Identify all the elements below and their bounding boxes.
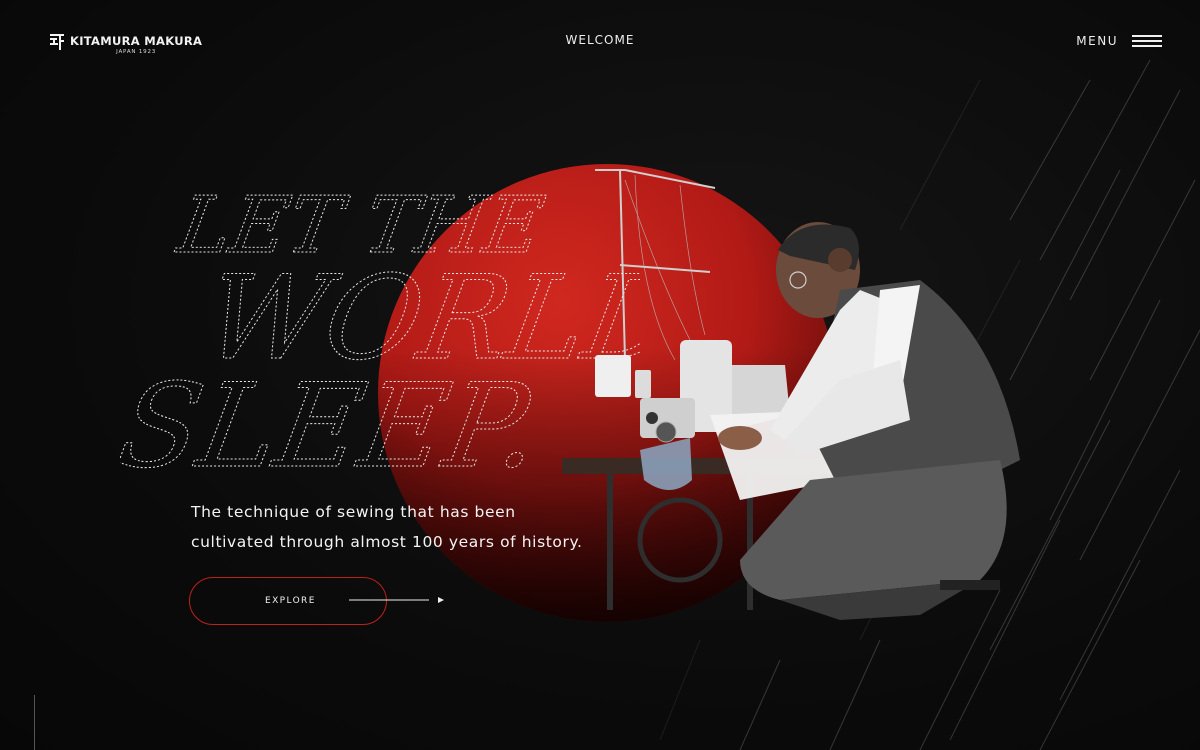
scroll-indicator-line [34,695,35,750]
brand-subtitle: JAPAN 1923 [116,49,157,55]
tagline-line-1: The technique of sewing that has been [191,503,516,521]
hamburger-icon [1132,34,1162,48]
hero-headline: .hl { fill: none; stroke: #e6e6e6; strok… [120,180,640,480]
fabric-piece [640,438,692,490]
hero-tagline: The technique of sewing that has been cu… [191,497,611,557]
headline-line-3: SLEEP. [120,359,551,480]
menu-label: MENU [1076,34,1118,48]
explore-label: EXPLORE [265,596,316,606]
tagline-line-2: cultivated through almost 100 years of h… [191,533,583,551]
menu-button[interactable]: MENU [1076,34,1162,48]
page-title: WELCOME [565,33,635,47]
hero-page: KITAMURA MAKURA JAPAN 1923 WELCOME MENU [0,0,1200,750]
arrow-right-icon[interactable] [349,596,445,604]
